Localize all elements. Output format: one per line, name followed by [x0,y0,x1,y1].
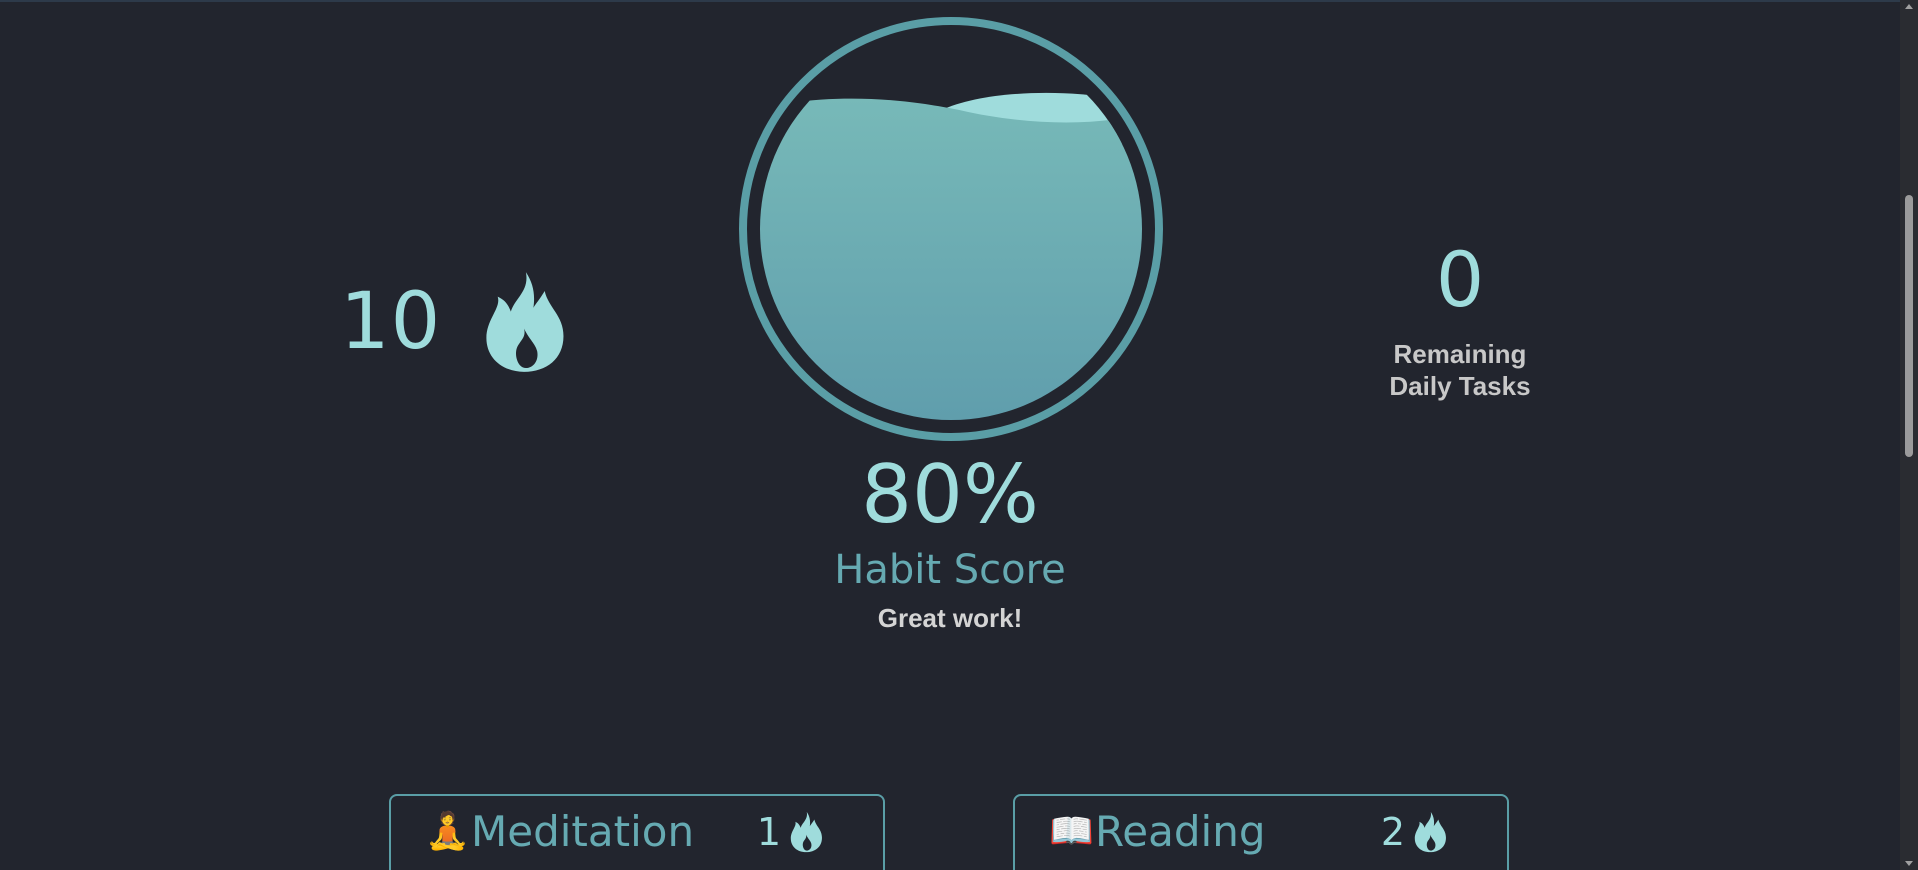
dashboard-page: 10 80% Habit Score Great work! 0 Remaini… [0,0,1918,870]
scrollbar-thumb[interactable] [1905,195,1913,457]
streak-count: 10 [340,277,442,367]
remaining-tasks-count: 0 [1435,235,1485,324]
flame-icon [1414,811,1446,853]
habit-score-gauge [739,17,1163,441]
flame-icon [486,272,564,372]
habit-score-value: 80% [861,448,1039,541]
flame-icon [790,811,822,853]
meditation-icon: 🧘 [425,811,470,852]
vertical-scrollbar[interactable] [1900,0,1918,870]
habit-streak-count: 2 [1380,810,1405,854]
habit-card-reading[interactable]: 📖 Reading 2 [1013,794,1509,870]
habit-name: Reading [1095,807,1266,856]
habit-name: Meditation [471,807,695,856]
remaining-tasks-label: Remaining Daily Tasks [1389,339,1531,401]
book-icon: 📖 [1049,811,1094,852]
remaining-tasks: 0 Remaining Daily Tasks [1360,242,1560,402]
habit-score-label: Habit Score [834,547,1066,593]
habit-streak: 1 [757,810,825,854]
top-divider [0,0,1900,2]
habit-streak: 2 [1381,810,1449,854]
habit-score-message: Great work! [877,603,1023,633]
scroll-up-arrow-icon[interactable] [1905,4,1913,9]
overall-streak: 10 [340,270,571,374]
habit-card-meditation[interactable]: 🧘 Meditation 1 [389,794,885,870]
scroll-down-arrow-icon[interactable] [1905,861,1913,866]
habit-streak-count: 1 [756,810,781,854]
